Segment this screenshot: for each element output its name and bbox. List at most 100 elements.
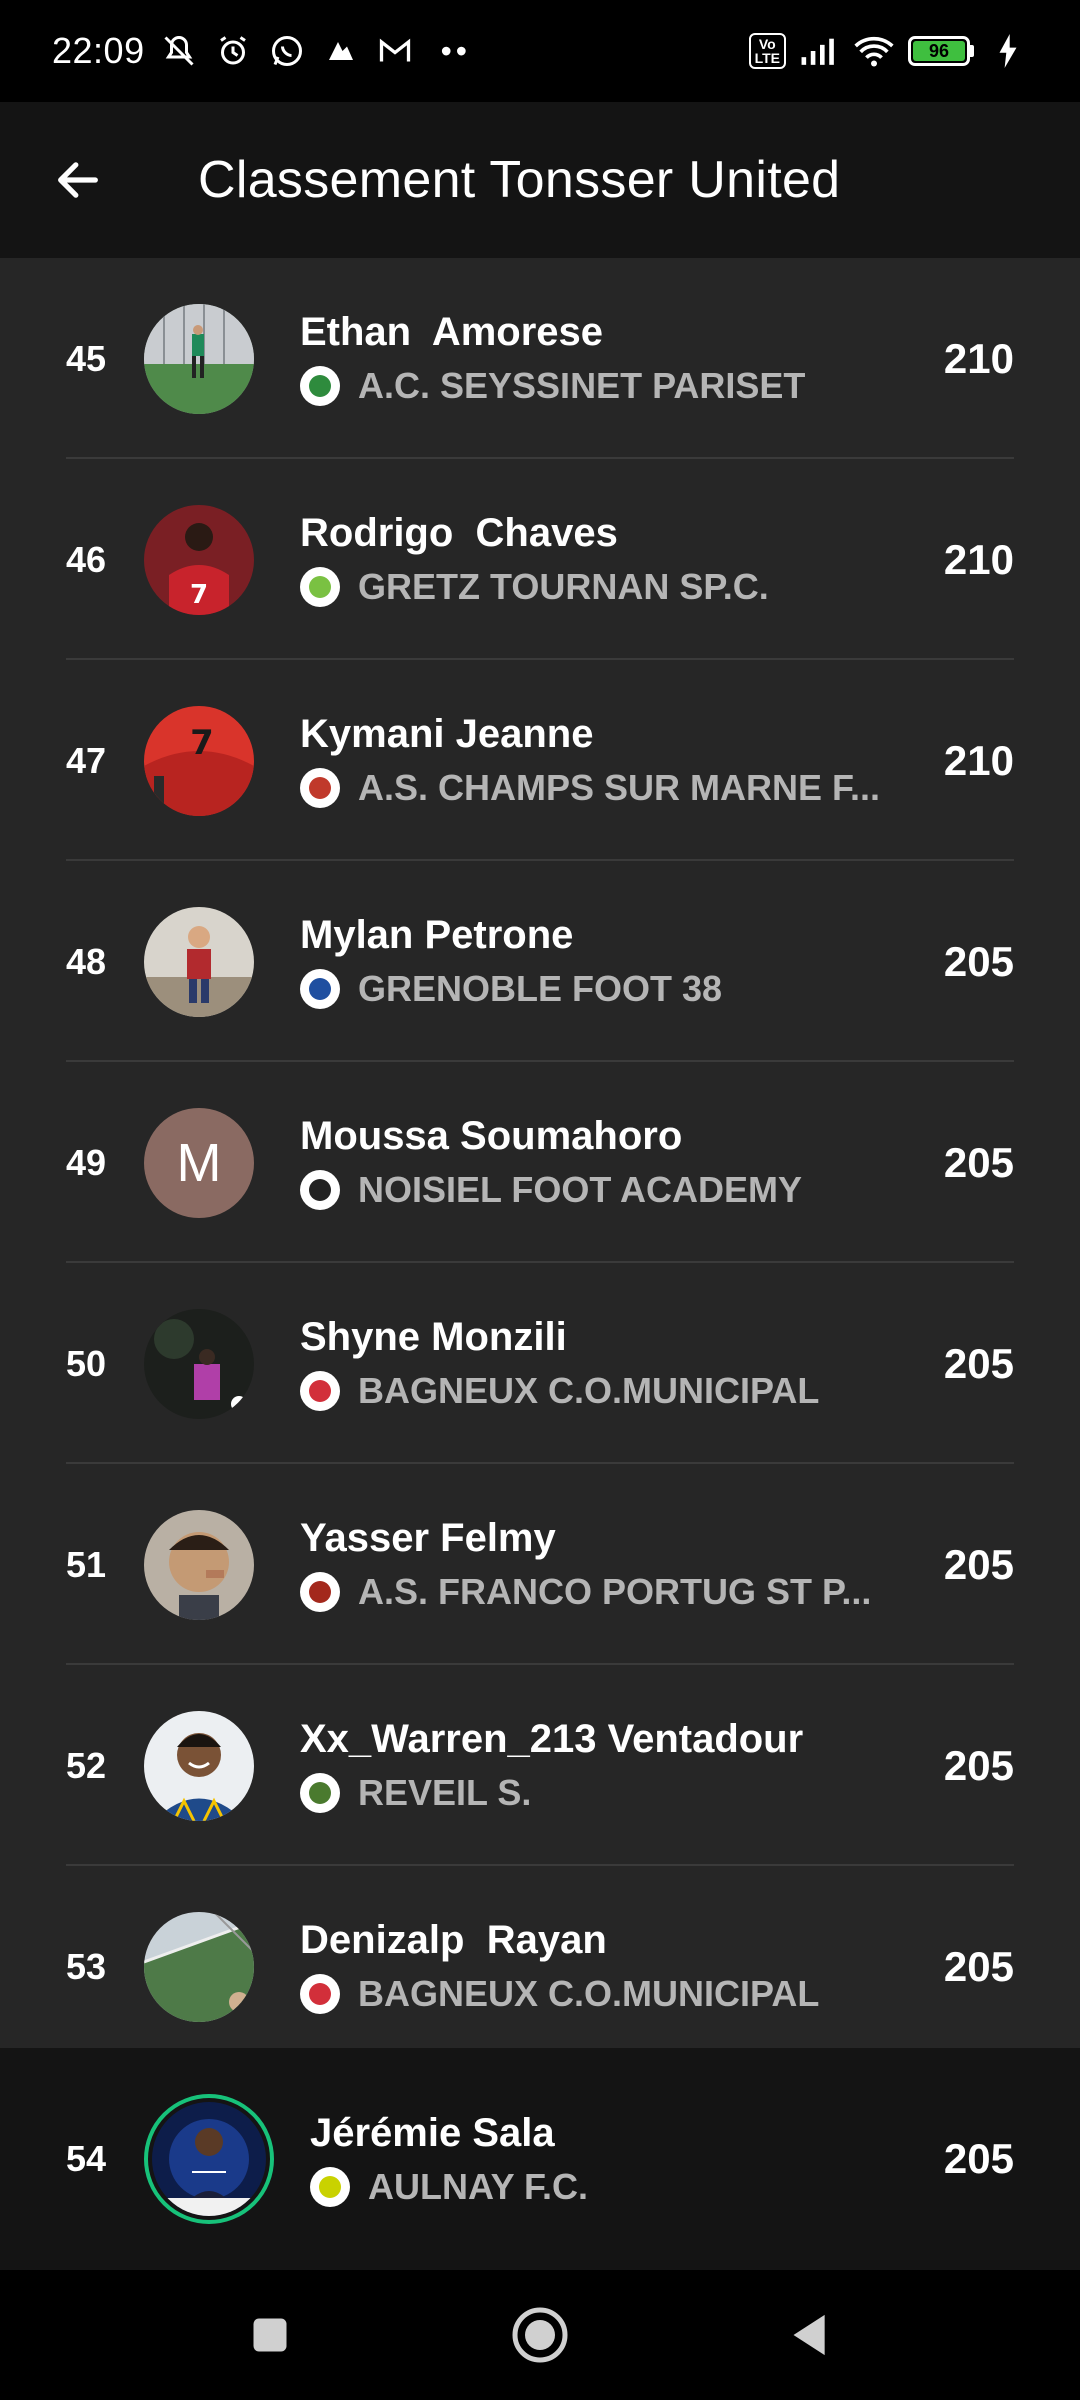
- wifi-icon: [854, 31, 894, 71]
- avatar[interactable]: [144, 1308, 254, 1419]
- club-badge-icon: [300, 567, 340, 607]
- player-name: Moussa Soumahoro: [300, 1114, 683, 1158]
- square-icon: [253, 2318, 287, 2352]
- points: 210: [943, 736, 1014, 784]
- rank: 50: [66, 1342, 107, 1384]
- status-bar: 22:09 •• Vo LTE 96: [0, 0, 1080, 102]
- player-info: Denizalp Rayan BAGNEUX C.O.MUNICIPAL: [300, 1918, 920, 2015]
- rank: 51: [66, 1543, 107, 1585]
- club: GRETZ TOURNAN SP.C.: [300, 566, 920, 608]
- whatsapp-icon: [267, 31, 307, 71]
- leaderboard-row[interactable]: 51 Yasser Felmy A.S. FRANCO PORTUG ST P.…: [0, 1464, 1080, 1665]
- club-badge-icon: [300, 1974, 340, 2014]
- svg-text:7: 7: [190, 723, 214, 763]
- rank: 49: [66, 1141, 107, 1183]
- player-name: Mylan Petrone: [300, 913, 574, 957]
- avatar[interactable]: [144, 1509, 254, 1620]
- player-info: Xx_Warren_213 Ventadour REVEIL S.: [300, 1717, 920, 1814]
- club: A.C. SEYSSINET PARISET: [300, 365, 920, 407]
- system-nav-bar: [0, 2270, 1080, 2400]
- points: 210: [943, 535, 1014, 583]
- back-button[interactable]: [18, 102, 138, 258]
- leaderboard-row[interactable]: 53 Denizalp Rayan BAGNEUX C.O.MUNICIPAL …: [0, 1866, 1080, 2067]
- leaderboard-row[interactable]: 52 Xx_Warren_213 Ventadour REVEIL S. 205: [0, 1665, 1080, 1866]
- club-name: REVEIL S.: [358, 1772, 532, 1813]
- leaderboard-list[interactable]: 45 Ethan Amorese A.C. SEYSSINET PARISET …: [0, 258, 1080, 2048]
- club: GRENOBLE FOOT 38: [300, 968, 920, 1010]
- player-name: Shyne Monzili: [300, 1315, 567, 1359]
- player-name: Yasser Felmy: [300, 1516, 556, 1560]
- club-name: GRENOBLE FOOT 38: [358, 968, 723, 1009]
- player-info: Mylan Petrone GRENOBLE FOOT 38: [300, 913, 920, 1010]
- points: 205: [943, 2135, 1014, 2182]
- avatar[interactable]: 7: [144, 705, 254, 816]
- status-left: 22:09 ••: [52, 30, 471, 72]
- rank: 46: [66, 538, 107, 580]
- club-badge-icon: [300, 1572, 340, 1612]
- volte-icon: Vo LTE: [748, 33, 786, 69]
- avatar[interactable]: [144, 2094, 274, 2224]
- avatar[interactable]: [144, 906, 254, 1017]
- charging-icon: [988, 31, 1028, 71]
- mute-icon: [159, 31, 199, 71]
- player-info: Kymani Jeanne A.S. CHAMPS SUR MARNE F...: [300, 712, 920, 809]
- player-info: Jérémie Sala AULNAY F.C.: [310, 2111, 920, 2208]
- club-badge-icon: [300, 1773, 340, 1813]
- home-button[interactable]: [510, 2305, 570, 2365]
- club: AULNAY F.C.: [310, 2166, 920, 2208]
- triangle-back-icon: [793, 2314, 825, 2356]
- club: A.S. CHAMPS SUR MARNE F...: [300, 767, 920, 809]
- avatar[interactable]: 7: [144, 504, 254, 615]
- player-name: Rodrigo Chaves: [300, 511, 618, 555]
- status-right: Vo LTE 96: [748, 31, 1028, 71]
- points: 205: [943, 1540, 1014, 1588]
- avatar[interactable]: [144, 1710, 254, 1821]
- leaderboard-row[interactable]: 46 7 Rodrigo Chaves GRETZ TOURNAN SP.C. …: [0, 459, 1080, 660]
- more-notifications-dots: ••: [440, 32, 471, 69]
- status-time: 22:09: [52, 30, 145, 71]
- player-info: Moussa Soumahoro NOISIEL FOOT ACADEMY: [300, 1114, 920, 1211]
- player-info: Yasser Felmy A.S. FRANCO PORTUG ST P...: [300, 1516, 920, 1613]
- points: 205: [943, 1339, 1014, 1387]
- recents-button[interactable]: [240, 2305, 300, 2365]
- club-name: BAGNEUX C.O.MUNICIPAL: [358, 1370, 820, 1411]
- back-nav-button[interactable]: [780, 2305, 840, 2365]
- club: REVEIL S.: [300, 1772, 920, 1814]
- leaderboard-row[interactable]: 45 Ethan Amorese A.C. SEYSSINET PARISET …: [0, 258, 1080, 459]
- player-name: Kymani Jeanne: [300, 712, 594, 756]
- battery-level: 96: [913, 41, 965, 61]
- points: 205: [943, 1942, 1014, 1990]
- player-info: Ethan Amorese A.C. SEYSSINET PARISET: [300, 310, 920, 407]
- circle-home-icon: [512, 2307, 568, 2363]
- club-name: GRETZ TOURNAN SP.C.: [358, 566, 769, 607]
- battery-indicator: 96: [908, 36, 974, 66]
- points: 205: [943, 1138, 1014, 1186]
- avatar[interactable]: [144, 1911, 254, 2022]
- arrow-left-icon: [58, 162, 98, 198]
- points: 210: [943, 334, 1014, 382]
- club-badge-icon: [310, 2166, 350, 2207]
- signal-icon: [800, 31, 840, 71]
- club-badge-icon: [300, 1371, 340, 1411]
- player-name: Xx_Warren_213 Ventadour: [300, 1717, 804, 1761]
- club-badge-icon: [300, 366, 340, 406]
- alarm-icon: [213, 31, 253, 71]
- club-name: A.S. FRANCO PORTUG ST P...: [358, 1571, 872, 1612]
- avatar[interactable]: M: [144, 1107, 254, 1218]
- gmail-icon: [375, 31, 415, 71]
- rank: 48: [66, 940, 107, 982]
- rank: 54: [66, 2138, 107, 2179]
- club-name: AULNAY F.C.: [368, 2165, 589, 2207]
- leaderboard-row[interactable]: 48 Mylan Petrone GRENOBLE FOOT 38 205: [0, 861, 1080, 1062]
- leaderboard-row[interactable]: 50 Shyne Monzili BAGNEUX C.O.MUNICIPAL 2…: [0, 1263, 1080, 1464]
- current-user-row[interactable]: 54 Jérémie Sala AULNAY F.C. 205: [0, 2048, 1080, 2270]
- club: BAGNEUX C.O.MUNICIPAL: [300, 1370, 920, 1412]
- player-name: Ethan Amorese: [300, 310, 604, 354]
- avatar[interactable]: [144, 303, 254, 414]
- app-bar: Classement Tonsser United: [0, 102, 1080, 258]
- page-title: Classement Tonsser United: [198, 151, 841, 209]
- club-name: A.C. SEYSSINET PARISET: [358, 365, 806, 406]
- leaderboard-row[interactable]: 47 7 Kymani Jeanne A.S. CHAMPS SUR MARNE…: [0, 660, 1080, 861]
- points: 205: [943, 1741, 1014, 1789]
- leaderboard-row[interactable]: 49 M Moussa Soumahoro NOISIEL FOOT ACADE…: [0, 1062, 1080, 1263]
